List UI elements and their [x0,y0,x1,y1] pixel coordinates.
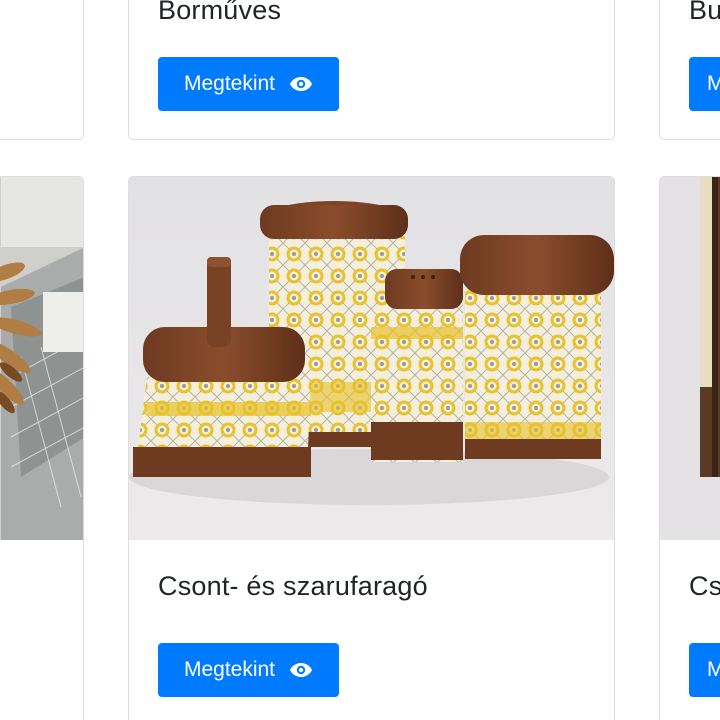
card-title: Csont- és szarufaragó [158,571,428,601]
eye-icon [289,76,313,92]
eye-icon [289,662,313,678]
card-top-left [0,0,84,140]
card-image [660,177,720,540]
view-button[interactable]: M [689,643,720,697]
card-mid-right: Cs M [659,176,720,720]
card-title: Bu [689,0,720,25]
card-lace [0,176,84,720]
view-button-label: Megtekint [183,72,276,95]
lace-making-photo [0,177,83,540]
card-image [129,177,614,540]
page-viewport: Borműves Megtekint Bu M [0,0,720,720]
view-button[interactable]: M [689,57,720,111]
view-button-label: M [707,658,720,682]
card-csont-es-szarufarago: Csont- és szarufaragó Megtekint [128,176,615,720]
card-title: Cs [689,571,720,601]
wooden-object-photo [660,177,720,540]
carved-containers-photo [129,177,614,540]
card-image [0,177,83,540]
card-top-right: Bu M [659,0,720,140]
view-button[interactable]: Megtekint [158,57,339,111]
card-bormuves: Borműves Megtekint [128,0,615,140]
view-button-label: M [707,72,720,96]
card-title: Borműves [158,0,282,25]
view-button-label: Megtekint [183,658,276,681]
view-button[interactable]: Megtekint [158,643,339,697]
